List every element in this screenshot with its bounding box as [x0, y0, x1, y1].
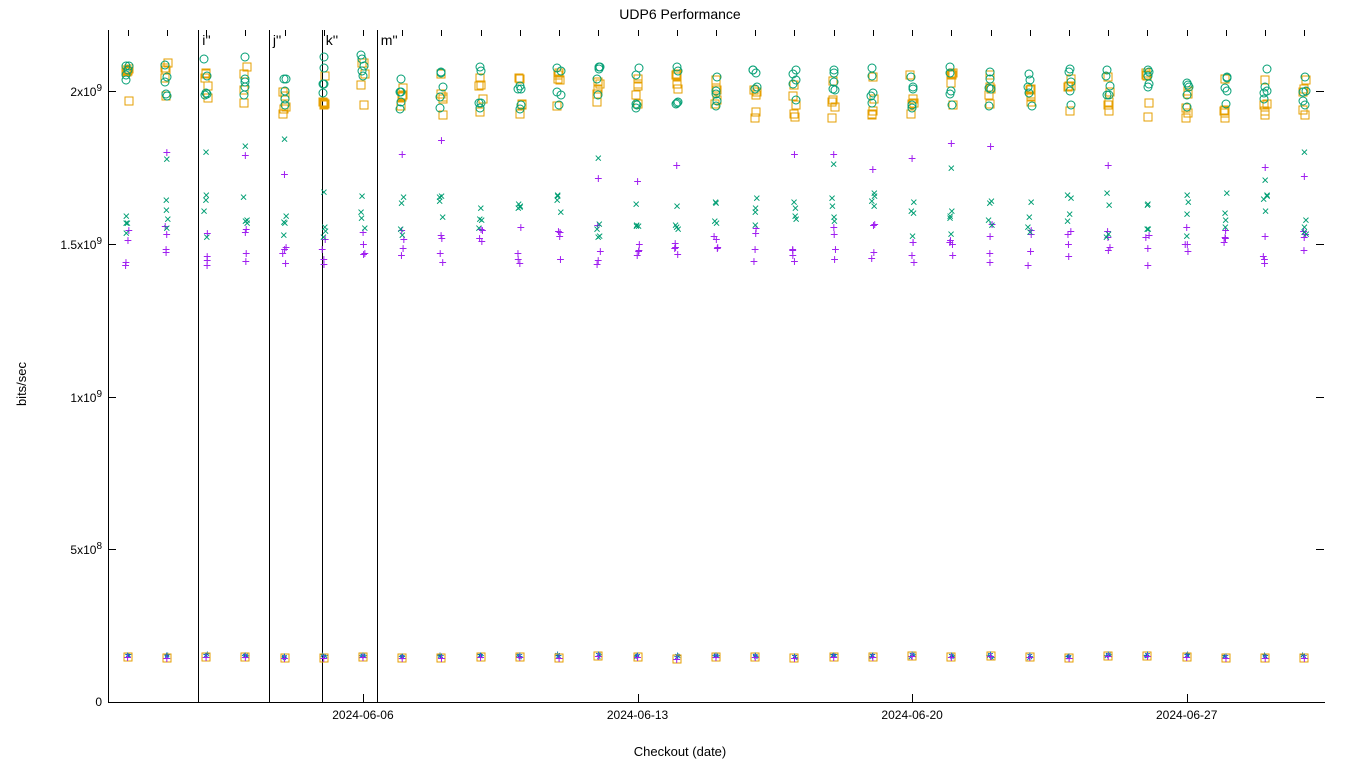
annotation-label: j''	[273, 32, 281, 48]
x-minor-tick	[912, 30, 913, 36]
y-tick-right	[1316, 702, 1324, 703]
x-minor-tick	[951, 30, 952, 36]
x-minor-tick	[1304, 30, 1305, 36]
x-minor-tick	[1069, 30, 1070, 36]
x-tick	[638, 694, 639, 702]
x-minor-tick	[598, 30, 599, 36]
x-minor-tick	[402, 30, 403, 36]
annotation-line	[377, 30, 378, 702]
y-tick-label: 1.5x109	[12, 236, 102, 252]
chart-title: UDP6 Performance	[0, 6, 1360, 22]
x-tick	[912, 694, 913, 702]
udp6-performance-chart: UDP6 Performance Checkout (date) bits/se…	[0, 0, 1360, 768]
annotation-line	[269, 30, 270, 702]
x-minor-tick	[677, 30, 678, 36]
y-tick-right	[1316, 244, 1324, 245]
x-minor-tick	[1187, 30, 1188, 36]
x-axis-label: Checkout (date)	[0, 744, 1360, 759]
x-minor-tick	[363, 30, 364, 36]
y-tick	[108, 549, 116, 550]
x-minor-tick	[128, 30, 129, 36]
y-tick-right	[1316, 91, 1324, 92]
x-minor-tick	[991, 30, 992, 36]
y-tick-right	[1316, 549, 1324, 550]
x-minor-tick	[167, 30, 168, 36]
x-minor-tick	[638, 30, 639, 36]
y-tick-label: 0	[12, 695, 102, 709]
y-tick	[108, 397, 116, 398]
x-minor-tick	[755, 30, 756, 36]
y-tick	[108, 91, 116, 92]
x-minor-tick	[716, 30, 717, 36]
y-tick-label: 1x109	[12, 389, 102, 405]
y-tick	[108, 244, 116, 245]
x-minor-tick	[285, 30, 286, 36]
annotation-line	[198, 30, 199, 702]
x-minor-tick	[1147, 30, 1148, 36]
x-tick	[1187, 694, 1188, 702]
x-minor-tick	[481, 30, 482, 36]
y-tick-label: 2x109	[12, 83, 102, 99]
y-tick-right	[1316, 397, 1324, 398]
x-minor-tick	[873, 30, 874, 36]
x-tick-label: 2024-06-27	[1156, 708, 1217, 722]
x-minor-tick	[794, 30, 795, 36]
x-minor-tick	[245, 30, 246, 36]
x-minor-tick	[559, 30, 560, 36]
y-tick-label: 5x108	[12, 541, 102, 557]
x-tick-label: 2024-06-20	[881, 708, 942, 722]
x-minor-tick	[1108, 30, 1109, 36]
x-minor-tick	[1265, 30, 1266, 36]
x-tick	[363, 694, 364, 702]
x-minor-tick	[834, 30, 835, 36]
x-tick-label: 2024-06-13	[607, 708, 668, 722]
annotation-label: m''	[381, 32, 398, 48]
x-minor-tick	[520, 30, 521, 36]
x-tick-label: 2024-06-06	[332, 708, 393, 722]
x-minor-tick	[441, 30, 442, 36]
annotation-label: i''	[202, 32, 210, 48]
annotation-label: k''	[326, 32, 338, 48]
x-minor-tick	[1226, 30, 1227, 36]
plot-area	[108, 30, 1325, 703]
y-tick	[108, 702, 116, 703]
annotation-line	[322, 30, 323, 702]
y-axis-label: bits/sec	[14, 0, 29, 768]
x-minor-tick	[1030, 30, 1031, 36]
x-minor-tick	[324, 30, 325, 36]
